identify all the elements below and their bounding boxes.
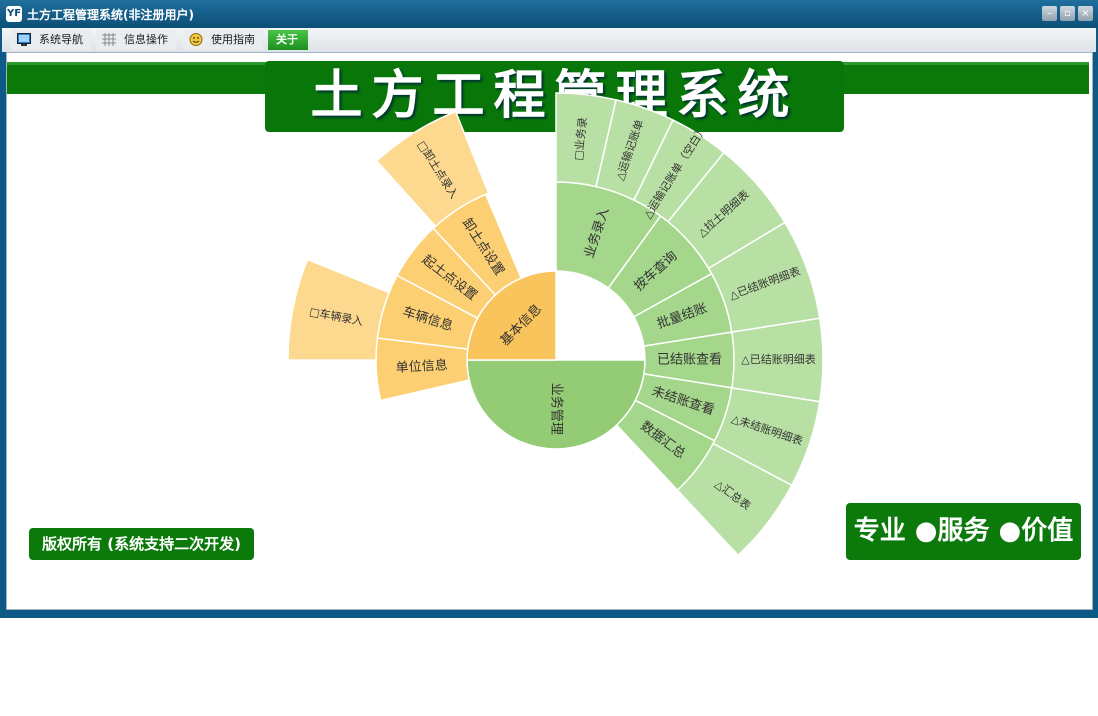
- segment-6-green-outer-label: △已结账明细表: [741, 352, 815, 366]
- segment-6-green-outer[interactable]: △已结账明细表: [730, 317, 824, 403]
- segment-4-green-label: 已结账查看: [657, 352, 722, 368]
- segment-4-orange[interactable]: 单位信息: [375, 337, 471, 402]
- segment-4-orange-label: 单位信息: [395, 357, 448, 376]
- ring-business-management-label: 业务管理: [549, 383, 565, 435]
- segment-2-orange-outer[interactable]: □车辆录入: [287, 258, 391, 361]
- ring-business-management[interactable]: 业务管理: [466, 359, 646, 450]
- navigation-sunburst: 业务管理基本信息业务录入按车查询批量结账已结账查看未结账查看数据汇总□业务录 △运…: [287, 92, 824, 557]
